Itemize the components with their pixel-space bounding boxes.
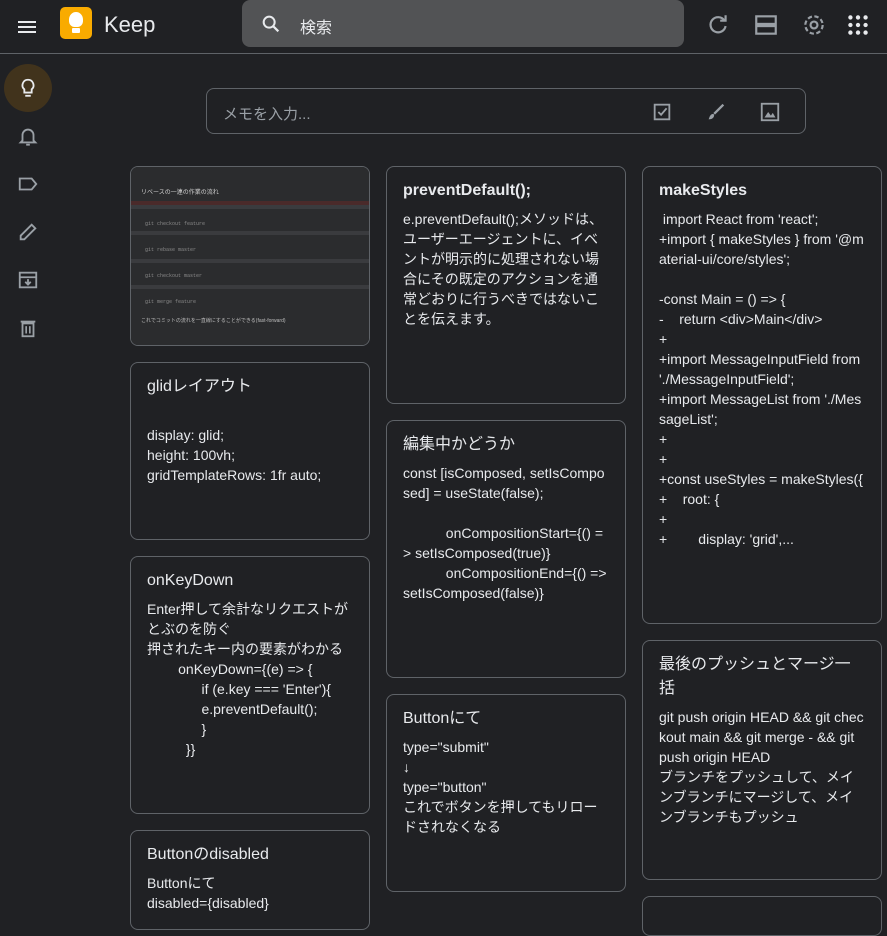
list-view-icon[interactable] (753, 12, 779, 38)
note-card-button-type[interactable]: Buttonにて type="submit" ↓ type="button" こ… (386, 694, 626, 892)
search-icon[interactable] (260, 13, 282, 35)
sidebar-item-archive[interactable] (4, 256, 52, 304)
note-card-button-disabled[interactable]: Buttonのdisabled Buttonにて disabled={disab… (130, 830, 370, 930)
note-body: const [isComposed, setIsComposed] = useS… (403, 465, 607, 601)
note-title: glidレイアウト (147, 378, 252, 395)
top-app-bar: Keep 検索 (0, 0, 887, 54)
refresh-icon[interactable] (705, 12, 731, 38)
app-title[interactable]: Keep (104, 12, 155, 38)
note-image: リベースの一連の作業の流れ git checkout feature git r… (131, 167, 369, 345)
sidebar-item-notes[interactable] (4, 64, 52, 112)
note-card-onkeydown[interactable]: onKeyDown Enter押して余計なリクエストがとぶのを防ぐ 押されたキー… (130, 556, 370, 814)
note-card-makestyles[interactable]: makeStyles import React from 'react'; +i… (642, 166, 882, 624)
menu-icon[interactable] (16, 15, 40, 39)
keep-logo-icon[interactable] (60, 7, 92, 39)
sidebar-item-reminders[interactable] (4, 112, 52, 160)
trash-icon (20, 320, 36, 338)
note-title: Buttonのdisabled (147, 846, 269, 863)
gear-icon[interactable] (801, 12, 827, 38)
take-note-placeholder[interactable]: メモを入力... (223, 103, 311, 124)
note-title: 編集中かどうか (403, 436, 516, 453)
note-card-preventdefault[interactable]: preventDefault(); e.preventDefault();メソッ… (386, 166, 626, 404)
note-body: git push origin HEAD && git checkout mai… (659, 709, 864, 825)
lightbulb-icon (21, 78, 35, 97)
sidebar-item-trash[interactable] (4, 304, 52, 352)
note-body: e.preventDefault();メソッドは、ユーザーエージェントに、イベン… (403, 211, 603, 327)
note-card-push-merge[interactable]: 最後のプッシュとマージ一括 git push origin HEAD && gi… (642, 640, 882, 880)
note-title: makeStyles (659, 182, 748, 199)
note-body: Enter押して余計なリクエストがとぶのを防ぐ 押されたキー内の要素がわかる o… (147, 601, 349, 757)
note-title: onKeyDown (147, 572, 234, 589)
sidebar-item-edit-labels[interactable] (4, 208, 52, 256)
sidebar-item-labels[interactable] (4, 160, 52, 208)
note-title: preventDefault(); (403, 182, 532, 199)
note-body: import React from 'react'; +import { mak… (659, 211, 864, 547)
search-input[interactable]: 検索 (300, 14, 332, 38)
note-card-partial[interactable] (642, 896, 882, 936)
image-icon[interactable] (759, 101, 781, 123)
checkbox-icon[interactable] (651, 101, 673, 123)
take-note-input[interactable]: メモを入力... (206, 88, 806, 134)
label-icon (18, 177, 38, 191)
search-bar[interactable]: 検索 (242, 0, 684, 47)
note-card-glid[interactable]: glidレイアウト display: glid; height: 100vh; … (130, 362, 370, 540)
apps-grid-icon[interactable] (845, 12, 871, 38)
note-body: Buttonにて disabled={disabled} (147, 875, 269, 911)
archive-icon (18, 271, 38, 289)
note-body: display: glid; height: 100vh; gridTempla… (147, 427, 322, 483)
bell-icon (18, 128, 38, 146)
note-title: 最後のプッシュとマージ一括 (659, 656, 851, 697)
note-body: type="submit" ↓ type="button" これでボタンを押して… (403, 739, 598, 835)
note-title: Buttonにて (403, 710, 482, 727)
note-card-composing[interactable]: 編集中かどうか const [isComposed, setIsComposed… (386, 420, 626, 678)
note-card-rebase-image[interactable]: リベースの一連の作業の流れ git checkout feature git r… (130, 166, 370, 346)
pencil-icon (19, 223, 37, 241)
brush-icon[interactable] (705, 101, 727, 123)
